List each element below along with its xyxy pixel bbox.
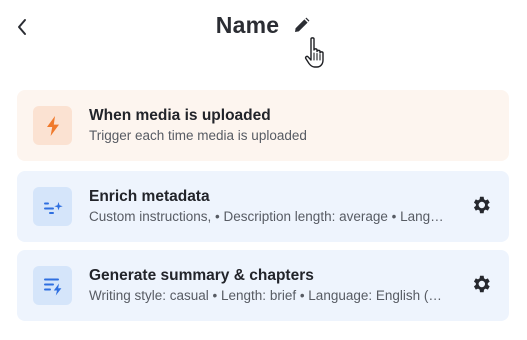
trigger-icon-box — [33, 106, 72, 145]
trigger-title: When media is uploaded — [89, 107, 271, 124]
step-title: Generate summary & chapters — [89, 267, 314, 284]
sparkle-list-icon — [43, 201, 63, 214]
step-card-enrich-metadata[interactable]: Enrich metadata Custom instructions, • D… — [17, 171, 509, 242]
step-icon-box — [33, 187, 72, 226]
lightning-bolt-icon — [46, 115, 59, 136]
step-title: Enrich metadata — [89, 188, 210, 205]
step-settings-button[interactable] — [469, 193, 493, 217]
gear-icon — [473, 196, 490, 214]
page-title: Name — [215, 12, 280, 38]
trigger-subtitle: Trigger each time media is uploaded — [89, 128, 307, 143]
step-icon-box — [33, 266, 72, 305]
step-settings-button[interactable] — [469, 272, 493, 296]
pencil-icon — [294, 17, 310, 32]
trigger-card[interactable]: When media is uploaded Trigger each time… — [17, 90, 509, 161]
header: Name — [0, 0, 527, 62]
step-subtitle: Writing style: casual • Length: brief • … — [89, 288, 444, 303]
step-card-generate-summary[interactable]: Generate summary & chapters Writing styl… — [17, 250, 509, 321]
gear-icon — [473, 275, 490, 293]
edit-name-button[interactable] — [291, 16, 311, 36]
lines-sparkle-icon — [43, 278, 61, 295]
step-subtitle: Custom instructions, • Description lengt… — [89, 209, 444, 224]
hand-pointer-cursor-icon — [304, 37, 324, 68]
